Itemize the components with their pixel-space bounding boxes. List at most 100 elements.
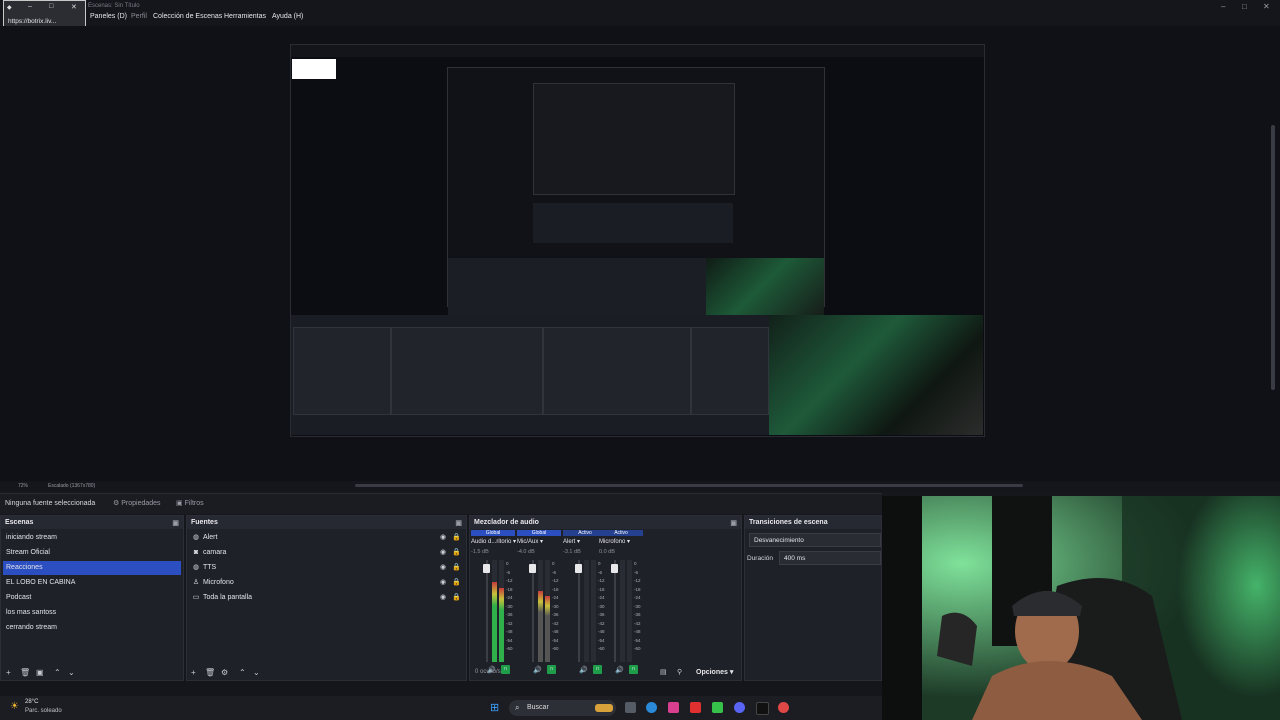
scale-tick: -24 — [506, 595, 513, 600]
mute-speaker-icon[interactable]: 🔊 — [533, 666, 542, 674]
transition-select[interactable]: Desvanecimiento — [749, 533, 881, 547]
source-item[interactable]: ♙ Microfono ◉ 🔒 — [190, 576, 461, 590]
source-item[interactable]: ◙ camara ◉ 🔒 — [190, 546, 461, 560]
link-icon[interactable]: ⚲ — [677, 668, 682, 676]
source-item[interactable]: ◍ Alert ◉ 🔒 — [190, 531, 461, 545]
headphones-icon[interactable]: ∩ — [547, 665, 556, 674]
horizontal-scrollbar[interactable] — [355, 484, 1023, 487]
scale-tick: -6 — [506, 569, 511, 575]
move-down-button[interactable]: ⌄ — [253, 668, 260, 677]
scene-item[interactable]: iniciando stream — [3, 531, 181, 545]
mixer-layout-icon[interactable]: ▤ — [660, 668, 667, 676]
volume-fader-track[interactable] — [578, 560, 580, 662]
menu-perfil[interactable]: Perfil — [131, 13, 147, 20]
volume-fader-track[interactable] — [486, 560, 488, 662]
scene-item[interactable]: EL LOBO EN CABINA — [3, 576, 181, 590]
scale-tick: -30 — [634, 603, 641, 609]
source-item[interactable]: ◍ TTS ◉ 🔒 — [190, 561, 461, 575]
close-icon[interactable]: ✕ — [71, 3, 77, 11]
dock-menu-icon[interactable]: ▣ — [455, 517, 462, 530]
volume-fader-knob[interactable] — [575, 564, 582, 573]
lock-icon[interactable]: 🔒 — [452, 546, 461, 560]
channel-name[interactable]: Mic/Aux ▾ — [517, 538, 543, 545]
volume-fader-knob[interactable] — [611, 564, 618, 573]
visibility-eye-icon[interactable]: ◉ — [440, 576, 446, 590]
dock-menu-icon[interactable]: ▣ — [730, 517, 737, 530]
minimize-icon[interactable]: – — [1221, 2, 1225, 11]
scale-label[interactable]: Escalado (1367x780) — [48, 483, 95, 489]
headphones-icon[interactable]: ∩ — [629, 665, 638, 674]
instagram-icon[interactable] — [668, 702, 679, 713]
visibility-eye-icon[interactable]: ◉ — [440, 561, 446, 575]
minimize-icon[interactable]: – — [28, 3, 32, 10]
menu-paneles[interactable]: Paneles (D) — [90, 13, 127, 20]
volume-fader-track[interactable] — [532, 560, 534, 662]
db-scale: 0 -6 -12 -18 -24 -30 -36 -42 -48 -54 -60 — [634, 560, 641, 654]
lock-icon[interactable]: 🔒 — [452, 576, 461, 590]
lock-icon[interactable]: 🔒 — [452, 561, 461, 575]
tiktok-icon[interactable] — [756, 702, 769, 715]
youtube-icon[interactable] — [690, 702, 701, 713]
channel-tag: Activo — [599, 530, 643, 536]
remove-scene-button[interactable]: 🗑 — [20, 668, 30, 677]
lock-icon[interactable]: 🔒 — [452, 531, 461, 545]
meter-fill — [545, 595, 550, 662]
visibility-eye-icon[interactable]: ◉ — [440, 546, 446, 560]
duration-label: Duración — [747, 555, 774, 562]
remove-source-button[interactable]: 🗑 — [205, 668, 215, 677]
windows-start-icon[interactable]: ⊞ — [490, 701, 499, 714]
scene-item[interactable]: Reacciones — [3, 561, 181, 575]
discord-icon[interactable] — [734, 702, 745, 713]
scene-item[interactable]: Stream Oficial — [3, 546, 181, 560]
add-source-button[interactable]: + — [191, 668, 196, 677]
move-up-button[interactable]: ⌃ — [54, 668, 61, 677]
visibility-eye-icon[interactable]: ◉ — [440, 531, 446, 545]
scale-tick: -36 — [634, 612, 641, 617]
audio-meter — [627, 560, 632, 662]
vertical-scrollbar[interactable] — [1271, 125, 1275, 390]
zoom-level[interactable]: 72% — [18, 483, 28, 489]
duration-input[interactable]: 400 ms — [779, 551, 881, 565]
channel-name[interactable]: Audio d...ritorio ▾ — [471, 538, 516, 545]
taskbar-search[interactable]: ⌕ Buscar — [509, 700, 616, 716]
scale-tick: -30 — [506, 603, 513, 609]
mute-speaker-icon[interactable]: 🔊 — [579, 666, 588, 674]
scene-item[interactable]: Podcast — [3, 591, 181, 605]
scale-tick: -42 — [506, 620, 513, 626]
task-view-icon[interactable] — [625, 702, 636, 713]
volume-fader-track[interactable] — [614, 560, 616, 662]
maximize-icon[interactable]: □ — [1242, 2, 1247, 11]
menu-herramientas[interactable]: Herramientas — [224, 13, 266, 20]
source-label: TTS — [203, 564, 217, 571]
volume-fader-knob[interactable] — [529, 564, 536, 573]
source-properties-button[interactable]: ⚙ — [221, 668, 228, 677]
source-item[interactable]: ▭ Toda la pantalla ◉ 🔒 — [190, 591, 461, 605]
scene-item[interactable]: cerrando stream — [3, 621, 181, 635]
channel-name[interactable]: Microfono ▾ — [599, 538, 630, 545]
channel-name[interactable]: Alert ▾ — [563, 538, 580, 545]
move-up-button[interactable]: ⌃ — [239, 668, 246, 677]
options-button[interactable]: Opciones ▾ — [696, 668, 733, 676]
edge-icon[interactable] — [646, 702, 657, 713]
move-down-button[interactable]: ⌄ — [68, 668, 75, 677]
lock-icon[interactable]: 🔒 — [452, 591, 461, 605]
kick-icon[interactable] — [712, 702, 723, 713]
visibility-eye-icon[interactable]: ◉ — [440, 591, 446, 605]
volume-fader-knob[interactable] — [483, 564, 490, 573]
maximize-icon[interactable]: □ — [49, 3, 53, 10]
headphones-icon[interactable]: ∩ — [501, 665, 510, 674]
mute-speaker-icon[interactable]: 🔊 — [615, 666, 624, 674]
menu-coleccion[interactable]: Colección de Escenas — [153, 13, 222, 20]
add-scene-button[interactable]: + — [6, 668, 11, 677]
menu-ayuda[interactable]: Ayuda (H) — [272, 13, 303, 20]
scene-filters-button[interactable]: ▣ — [36, 668, 44, 677]
source-label: Microfono — [203, 579, 234, 586]
properties-button[interactable]: ⚙ Propiedades — [113, 499, 161, 507]
channel-db: 0.0 dB — [599, 549, 615, 555]
obs-icon[interactable] — [778, 702, 789, 713]
dock-menu-icon[interactable]: ▣ — [172, 517, 179, 530]
transitions-dock: Transiciones de escena Desvanecimiento D… — [744, 515, 882, 681]
scene-item[interactable]: los mas santoss — [3, 606, 181, 620]
close-icon[interactable]: ✕ — [1263, 2, 1270, 11]
filters-button[interactable]: ▣ Filtros — [176, 499, 204, 507]
